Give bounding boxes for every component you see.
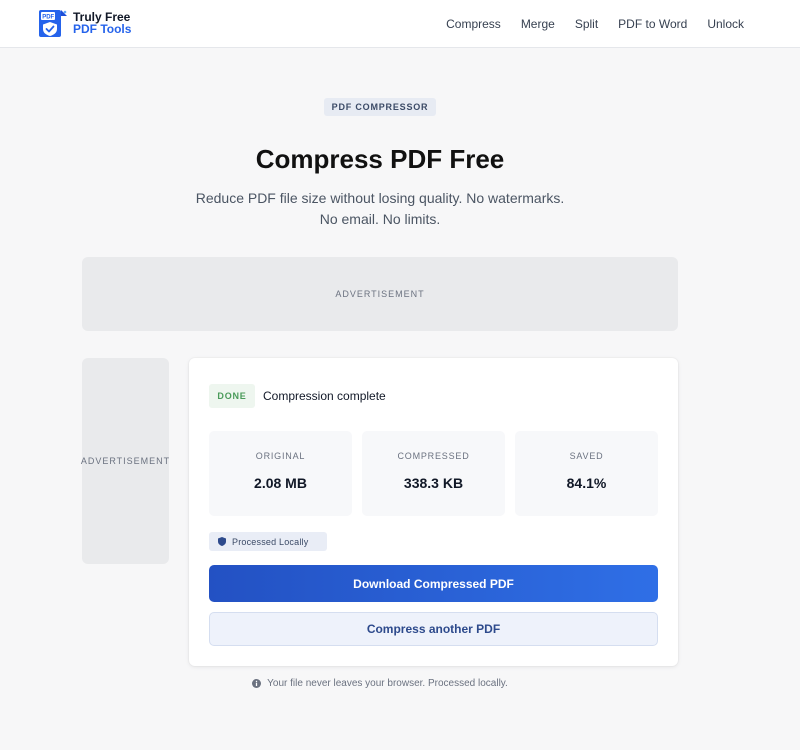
ad-banner-top: ADVERTISEMENT bbox=[82, 257, 678, 331]
processed-locally-badge: Processed Locally bbox=[209, 532, 327, 551]
nav-merge[interactable]: Merge bbox=[521, 17, 555, 31]
site-logo[interactable]: PDF Truly Free PDF Tools bbox=[38, 9, 158, 39]
stat-label: ORIGINAL bbox=[255, 451, 306, 461]
stat-saved: SAVED 84.1% bbox=[515, 431, 658, 516]
compress-another-button[interactable]: Compress another PDF bbox=[209, 612, 658, 646]
nav-unlock[interactable]: Unlock bbox=[707, 17, 744, 31]
stat-value: 84.1% bbox=[566, 475, 607, 491]
main-nav: Compress Merge Split PDF to Word Unlock bbox=[446, 0, 744, 48]
ad-banner-side: ADVERTISEMENT bbox=[81, 358, 169, 564]
stat-label: COMPRESSED bbox=[397, 451, 470, 461]
page-title: Compress PDF Free bbox=[255, 144, 505, 174]
page-subtitle: Reduce PDF file size without losing qual… bbox=[195, 190, 565, 227]
site-header: PDF Truly Free PDF Tools Compress Merge … bbox=[0, 0, 800, 48]
stat-original: ORIGINAL 2.08 MB bbox=[209, 431, 352, 516]
logo-line-2: PDF Tools bbox=[73, 22, 132, 36]
status-badge: DONE bbox=[209, 384, 255, 408]
stat-label: SAVED bbox=[569, 451, 604, 461]
stat-value: 2.08 MB bbox=[254, 475, 307, 491]
status-text: Compression complete bbox=[263, 389, 386, 403]
processed-locally-label: Processed Locally bbox=[232, 536, 309, 547]
privacy-note: Your file never leaves your browser. Pro… bbox=[0, 676, 760, 690]
privacy-note-text: Your file never leaves your browser. Pro… bbox=[267, 677, 508, 689]
logo-glyph: PDF bbox=[42, 15, 54, 21]
shield-icon bbox=[218, 537, 226, 546]
stat-compressed: COMPRESSED 338.3 KB bbox=[362, 431, 505, 516]
nav-split[interactable]: Split bbox=[575, 17, 598, 31]
info-icon bbox=[252, 678, 262, 688]
nav-compress[interactable]: Compress bbox=[446, 17, 501, 31]
tool-badge: PDF COMPRESSOR bbox=[324, 98, 436, 116]
shield-check-icon: PDF bbox=[39, 10, 67, 37]
download-button[interactable]: Download Compressed PDF bbox=[209, 565, 658, 602]
nav-pdf-to-word[interactable]: PDF to Word bbox=[618, 17, 687, 31]
stat-value: 338.3 KB bbox=[403, 475, 464, 491]
result-card: DONE Compression complete ORIGINAL 2.08 … bbox=[189, 358, 678, 666]
logo-text: Truly Free PDF Tools bbox=[73, 11, 131, 35]
